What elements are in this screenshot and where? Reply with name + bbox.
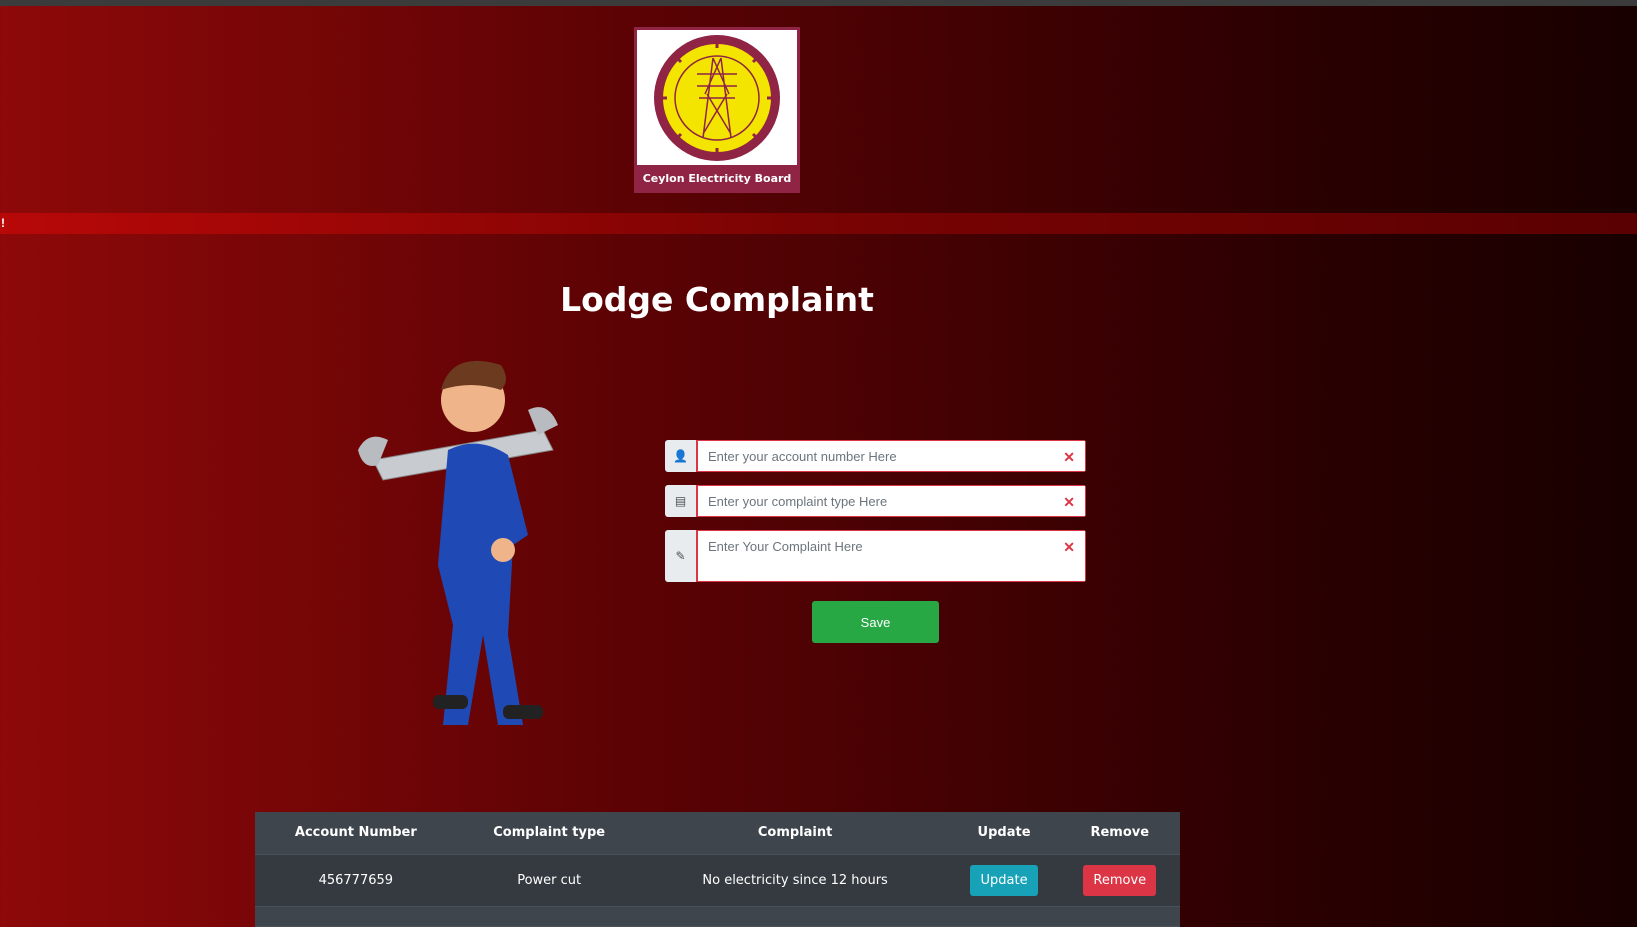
- table-row-partial: [255, 906, 1180, 927]
- ceb-logo: Ceylon Electricity Board: [634, 27, 800, 193]
- complaint-placeholder: Enter Your Complaint Here: [708, 539, 863, 554]
- user-icon: 👤: [665, 440, 698, 472]
- list-card-icon: ▤: [665, 485, 698, 517]
- complaint-form: 👤 Enter your account number Here ✕ ▤ Ent…: [665, 440, 1086, 595]
- header-complaint: Complaint: [641, 812, 949, 855]
- header-account-number: Account Number: [255, 812, 457, 855]
- notice-band: !: [0, 213, 1637, 234]
- complaints-table: Account Number Complaint type Complaint …: [255, 812, 1180, 927]
- table-header-row: Account Number Complaint type Complaint …: [255, 812, 1180, 855]
- worker-illustration: [358, 360, 558, 725]
- complaint-type-group: ▤ Enter your complaint type Here ✕: [665, 485, 1086, 517]
- sun-tower-emblem-icon: [654, 34, 780, 161]
- clear-icon[interactable]: ✕: [1063, 449, 1075, 466]
- band-text: !: [1, 216, 5, 230]
- clear-icon[interactable]: ✕: [1063, 494, 1075, 511]
- page-title: Lodge Complaint: [560, 280, 874, 319]
- account-number-group: 👤 Enter your account number Here ✕: [665, 440, 1086, 472]
- complaint-type-placeholder: Enter your complaint type Here: [708, 493, 888, 509]
- logo-caption: Ceylon Electricity Board: [642, 172, 792, 185]
- header-complaint-type: Complaint type: [456, 812, 642, 855]
- cell-complaint: No electricity since 12 hours: [641, 854, 949, 907]
- header-remove: Remove: [1059, 812, 1180, 855]
- complaint-textarea[interactable]: Enter Your Complaint Here ✕: [698, 530, 1086, 582]
- remove-button[interactable]: Remove: [1083, 864, 1157, 896]
- cell-remove: Remove: [1059, 854, 1180, 907]
- header-update: Update: [948, 812, 1060, 855]
- cell-update: Update: [948, 854, 1060, 907]
- cell-complaint-type: Power cut: [456, 854, 642, 907]
- update-button[interactable]: Update: [970, 864, 1038, 896]
- account-number-input[interactable]: Enter your account number Here ✕: [698, 440, 1086, 472]
- table-row: 456777659 Power cut No electricity since…: [255, 854, 1180, 907]
- cell-account-number: 456777659: [255, 854, 457, 907]
- browser-top-bar: [0, 0, 1637, 6]
- account-number-placeholder: Enter your account number Here: [708, 448, 897, 464]
- save-button[interactable]: Save: [812, 601, 939, 643]
- complaint-group: ✎ Enter Your Complaint Here ✕: [665, 530, 1086, 582]
- complaint-type-input[interactable]: Enter your complaint type Here ✕: [698, 485, 1086, 517]
- clear-icon[interactable]: ✕: [1063, 539, 1075, 556]
- edit-icon: ✎: [665, 530, 698, 582]
